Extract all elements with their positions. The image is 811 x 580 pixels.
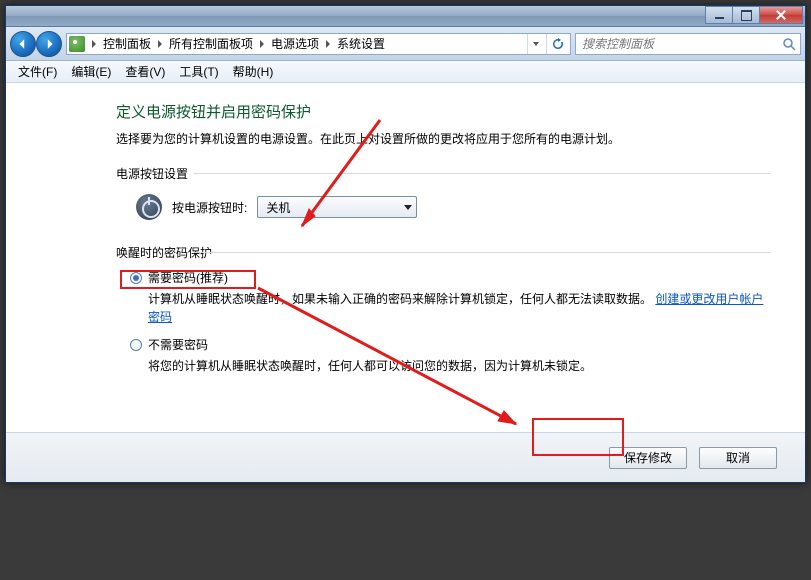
- chevron-down-icon: [404, 205, 412, 210]
- search-box[interactable]: [575, 33, 801, 55]
- crumb-all-items[interactable]: 所有控制面板项: [169, 35, 253, 52]
- page-title: 定义电源按钮并启用密码保护: [116, 101, 771, 122]
- address-history-dropdown[interactable]: [527, 34, 543, 54]
- refresh-button[interactable]: [546, 34, 568, 54]
- save-button[interactable]: 保存修改: [609, 447, 687, 469]
- search-icon: [782, 37, 796, 51]
- navbar: 控制面板 所有控制面板项 电源选项 系统设置: [6, 27, 805, 61]
- menu-edit[interactable]: 编辑(E): [65, 61, 117, 82]
- no-password-desc: 将您的计算机从睡眠状态唤醒时，任何人都可以访问您的数据，因为计算机未锁定。: [148, 359, 592, 373]
- menu-file[interactable]: 文件(F): [12, 61, 63, 82]
- page-subtitle: 选择要为您的计算机设置的电源设置。在此页上对设置所做的更改将应用于您所有的电源计…: [116, 130, 771, 147]
- button-row: 保存修改 取消: [6, 432, 805, 482]
- power-icon: [136, 194, 162, 220]
- minimize-button[interactable]: [705, 6, 733, 24]
- radio-no-password[interactable]: [130, 339, 142, 351]
- power-button-action-combo[interactable]: 关机: [257, 196, 417, 218]
- cancel-button[interactable]: 取消: [699, 447, 777, 469]
- cancel-button-label: 取消: [726, 449, 750, 466]
- menubar: 文件(F) 编辑(E) 查看(V) 工具(T) 帮助(H): [6, 61, 805, 83]
- crumb-control-panel[interactable]: 控制面板: [103, 35, 151, 52]
- radio-require-password[interactable]: [130, 272, 142, 284]
- combo-selected-value: 关机: [266, 199, 290, 216]
- menu-view[interactable]: 查看(V): [119, 61, 171, 82]
- search-input[interactable]: [580, 36, 782, 52]
- maximize-button[interactable]: [732, 6, 760, 24]
- crumb-system-settings[interactable]: 系统设置: [337, 35, 385, 52]
- back-button[interactable]: [10, 31, 36, 57]
- forward-button[interactable]: [36, 31, 62, 57]
- radio-require-password-label: 需要密码(推荐): [148, 269, 228, 286]
- crumb-sep-icon: [158, 40, 162, 48]
- arrow-right-icon: [43, 38, 55, 50]
- control-panel-icon: [69, 36, 85, 52]
- close-button[interactable]: [759, 6, 803, 24]
- crumb-power-options[interactable]: 电源选项: [271, 35, 319, 52]
- power-button-row-label: 按电源按钮时:: [172, 199, 247, 216]
- crumb-sep-icon: [92, 40, 96, 48]
- menu-help[interactable]: 帮助(H): [227, 61, 280, 82]
- content-area: 定义电源按钮并启用密码保护 选择要为您的计算机设置的电源设置。在此页上对设置所做…: [6, 83, 805, 432]
- explorer-window: 控制面板 所有控制面板项 电源选项 系统设置 文件(F) 编辑(: [5, 5, 806, 483]
- wake-protect-section-label: 唤醒时的密码保护: [116, 244, 771, 261]
- menu-tools[interactable]: 工具(T): [173, 61, 224, 82]
- power-button-section-label: 电源按钮设置: [116, 165, 771, 182]
- crumb-sep-icon: [260, 40, 264, 48]
- address-bar[interactable]: 控制面板 所有控制面板项 电源选项 系统设置: [66, 33, 571, 55]
- radio-no-password-label: 不需要密码: [148, 336, 208, 353]
- save-button-label: 保存修改: [624, 449, 672, 466]
- crumb-sep-icon: [326, 40, 330, 48]
- titlebar: [6, 6, 805, 27]
- arrow-left-icon: [17, 38, 29, 50]
- refresh-icon: [552, 38, 564, 50]
- require-password-desc: 计算机从睡眠状态唤醒时，如果未输入正确的密码来解除计算机锁定，任何人都无法读取数…: [148, 292, 652, 306]
